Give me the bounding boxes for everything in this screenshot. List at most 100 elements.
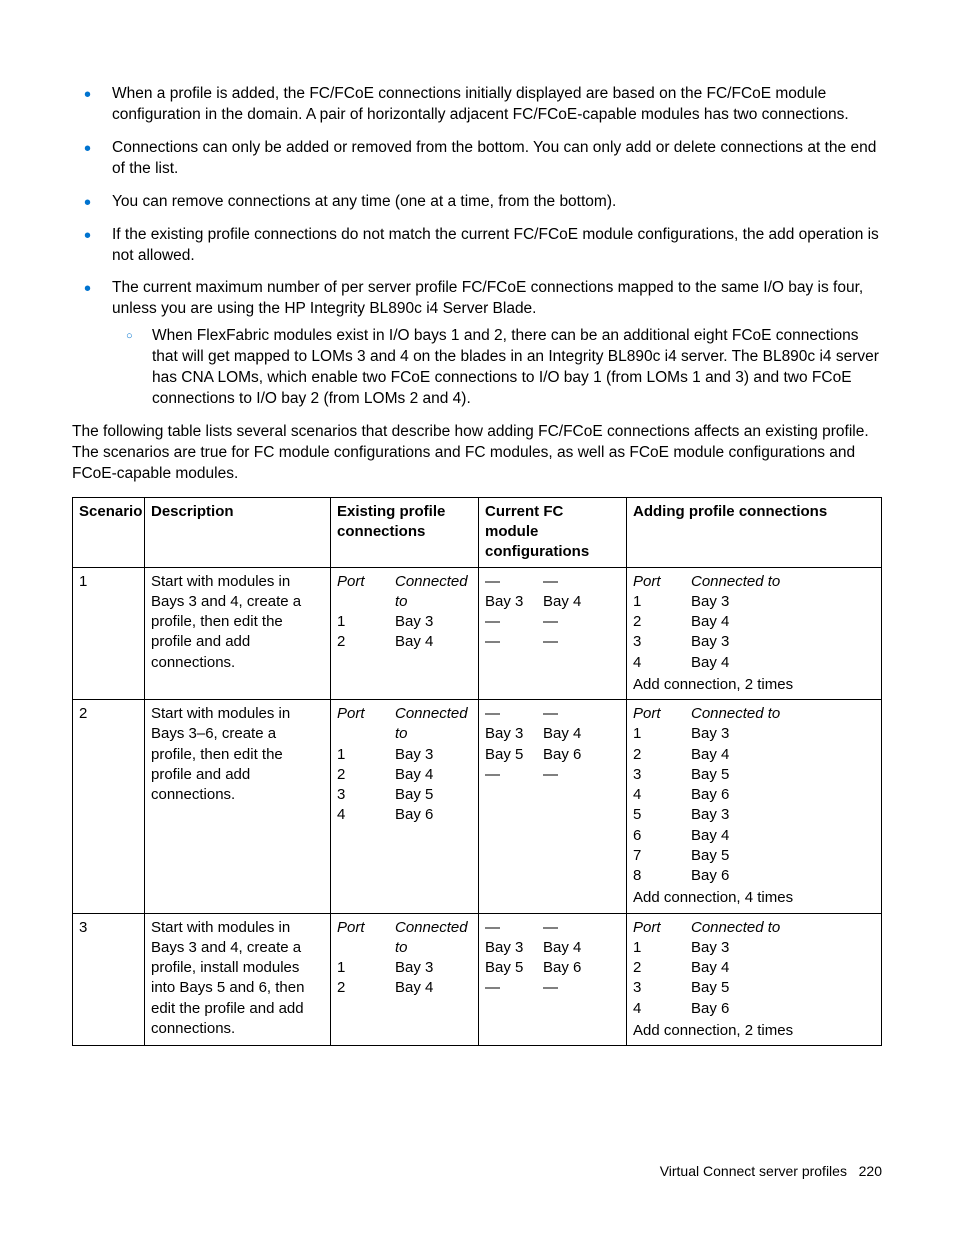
table-row: 1Start with modules in Bays 3 and 4, cre… (73, 567, 882, 700)
cell-scenario: 1 (73, 567, 145, 700)
inner-header-connected: Connected to (691, 704, 875, 724)
inner-cell-a: 3 (633, 978, 691, 998)
table-row: 2Start with modules in Bays 3–6, create … (73, 700, 882, 914)
lead-paragraph: The following table lists several scenar… (72, 422, 882, 485)
inner-cell-b: Bay 3 (691, 938, 875, 958)
inner-cell-b: — (543, 612, 620, 632)
cell-existing: PortConnected to1Bay 32Bay 4 (331, 567, 479, 700)
inner-header-port: Port (633, 572, 691, 592)
inner-header-port: Port (633, 704, 691, 724)
inner-cell-a: 1 (633, 592, 691, 612)
inner-header-connected: Connected to (395, 704, 472, 745)
cell-adding: PortConnected to1Bay 32Bay 43Bay 54Bay 6… (627, 700, 882, 914)
header-current: Current FC module configurations (479, 497, 627, 567)
inner-cell-b: Bay 3 (395, 958, 472, 978)
inner-cell-b: — (543, 704, 620, 724)
inner-cell-a: 2 (337, 632, 395, 652)
inner-cell-a: — (485, 612, 543, 632)
inner-cell-a: 4 (633, 653, 691, 673)
inner-cell-b: Bay 3 (691, 592, 875, 612)
bullet-text: You can remove connections at any time (… (112, 193, 616, 210)
inner-cell-b: Bay 3 (395, 612, 472, 632)
inner-cell-a: 3 (633, 765, 691, 785)
header-existing: Existing profile connections (331, 497, 479, 567)
inner-cell-b: Bay 5 (395, 785, 472, 805)
inner-cell-b: Bay 5 (691, 978, 875, 998)
inner-cell-a: — (485, 765, 543, 785)
bullet-text: When a profile is added, the FC/FCoE con… (112, 85, 849, 123)
inner-cell-b: — (543, 978, 620, 998)
cell-description: Start with modules in Bays 3 and 4, crea… (145, 913, 331, 1046)
inner-header-connected: Connected to (691, 572, 875, 592)
inner-cell-b: Bay 3 (691, 632, 875, 652)
page-footer: Virtual Connect server profiles 220 (660, 1162, 882, 1181)
inner-cell-a: 1 (337, 612, 395, 632)
inner-cell-a: 1 (633, 724, 691, 744)
inner-cell-b: Bay 4 (395, 632, 472, 652)
sub-bullet-item: When FlexFabric modules exist in I/O bay… (112, 326, 882, 410)
inner-cell-b: — (543, 918, 620, 938)
inner-cell-b: Bay 3 (395, 745, 472, 765)
inner-cell-a: 4 (337, 805, 395, 825)
inner-cell-b: Bay 5 (691, 846, 875, 866)
adding-note: Add connection, 2 times (633, 675, 875, 695)
bullet-text: Connections can only be added or removed… (112, 139, 876, 177)
inner-cell-b: Bay 5 (691, 765, 875, 785)
cell-adding: PortConnected to1Bay 32Bay 43Bay 34Bay 4… (627, 567, 882, 700)
scenarios-table: Scenario Description Existing profile co… (72, 497, 882, 1046)
inner-cell-a: 3 (633, 632, 691, 652)
inner-cell-a: — (485, 572, 543, 592)
bullet-item: The current maximum number of per server… (72, 278, 882, 410)
inner-cell-b: Bay 6 (691, 866, 875, 886)
inner-header-connected: Connected to (395, 918, 472, 959)
inner-cell-a: Bay 3 (485, 592, 543, 612)
footer-page: 220 (859, 1163, 882, 1179)
header-scenario: Scenario (73, 497, 145, 567)
adding-note: Add connection, 2 times (633, 1021, 875, 1041)
inner-cell-b: Bay 4 (691, 826, 875, 846)
bullet-list: When a profile is added, the FC/FCoE con… (72, 84, 882, 410)
inner-cell-a: 6 (633, 826, 691, 846)
inner-cell-a: 2 (633, 612, 691, 632)
cell-scenario: 2 (73, 700, 145, 914)
inner-cell-a: Bay 3 (485, 938, 543, 958)
inner-cell-a: 5 (633, 805, 691, 825)
inner-cell-a: 2 (337, 765, 395, 785)
inner-cell-b: Bay 6 (691, 785, 875, 805)
inner-header-connected: Connected to (691, 918, 875, 938)
inner-cell-b: Bay 4 (691, 612, 875, 632)
inner-cell-b: Bay 4 (691, 745, 875, 765)
cell-current: ——Bay 3Bay 4———— (479, 567, 627, 700)
inner-header-port: Port (337, 704, 395, 745)
inner-cell-b: Bay 4 (691, 958, 875, 978)
footer-section: Virtual Connect server profiles (660, 1163, 847, 1179)
inner-cell-a: — (485, 704, 543, 724)
cell-existing: PortConnected to1Bay 32Bay 43Bay 54Bay 6 (331, 700, 479, 914)
table-header-row: Scenario Description Existing profile co… (73, 497, 882, 567)
inner-cell-a: 2 (337, 978, 395, 998)
inner-cell-a: Bay 3 (485, 724, 543, 744)
inner-cell-a: 4 (633, 999, 691, 1019)
table-row: 3Start with modules in Bays 3 and 4, cre… (73, 913, 882, 1046)
inner-cell-b: Bay 3 (691, 724, 875, 744)
inner-cell-b: Bay 4 (395, 978, 472, 998)
bullet-item: Connections can only be added or removed… (72, 138, 882, 180)
cell-description: Start with modules in Bays 3–6, create a… (145, 700, 331, 914)
inner-header-port: Port (337, 918, 395, 959)
cell-scenario: 3 (73, 913, 145, 1046)
inner-cell-b: Bay 6 (543, 745, 620, 765)
inner-cell-a: 7 (633, 846, 691, 866)
inner-cell-a: 3 (337, 785, 395, 805)
inner-cell-b: Bay 3 (691, 805, 875, 825)
inner-cell-b: Bay 6 (543, 958, 620, 978)
cell-current: ——Bay 3Bay 4Bay 5Bay 6—— (479, 913, 627, 1046)
inner-cell-b: — (543, 765, 620, 785)
sub-bullet-list: When FlexFabric modules exist in I/O bay… (112, 326, 882, 410)
inner-header-port: Port (337, 572, 395, 613)
inner-cell-a: 2 (633, 745, 691, 765)
inner-cell-a: 8 (633, 866, 691, 886)
inner-cell-a: — (485, 918, 543, 938)
adding-note: Add connection, 4 times (633, 888, 875, 908)
cell-description: Start with modules in Bays 3 and 4, crea… (145, 567, 331, 700)
inner-cell-a: Bay 5 (485, 745, 543, 765)
